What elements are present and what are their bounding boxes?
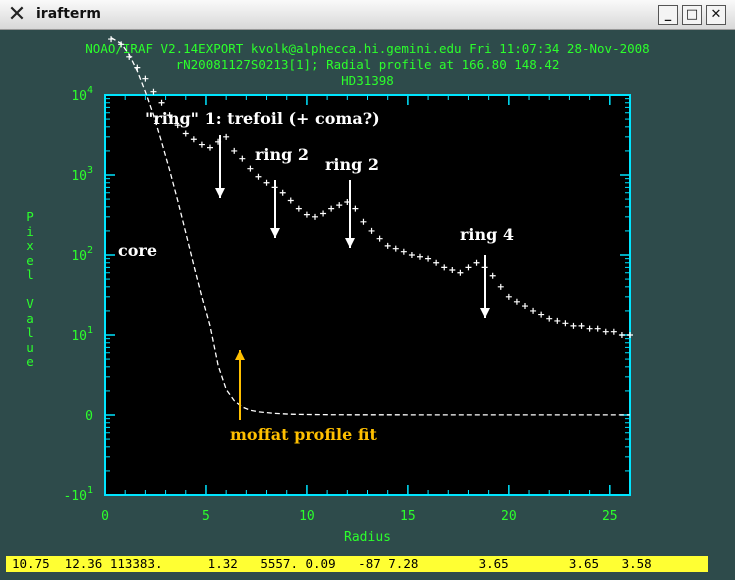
annotation-label: core — [118, 241, 157, 260]
x-tick-label: 15 — [400, 509, 416, 524]
y-tick-label: 0 — [85, 409, 93, 424]
annotation-label: moffat profile fit — [230, 425, 377, 444]
x-tick-label: 5 — [202, 509, 210, 524]
status-bar: 10.75 12.36 113383. 1.32 5557. 0.09 -87 … — [6, 556, 708, 572]
y-tick-label: 104 — [71, 85, 93, 104]
data-point — [108, 36, 115, 43]
annotation-label: ring 4 — [460, 225, 514, 244]
data-point — [134, 64, 141, 71]
data-point — [150, 88, 157, 95]
y-tick-label: 103 — [71, 165, 93, 184]
y-axis-label: P i x e l V a l u e — [26, 209, 34, 369]
annotation-label: "ring" 1: trefoil (+ coma?) — [145, 109, 380, 128]
annotation-label: ring 2 — [255, 145, 309, 164]
y-tick-label: 101 — [71, 325, 93, 344]
x-tick-label: 10 — [299, 509, 315, 524]
x-tick-label: 20 — [501, 509, 517, 524]
x-axis-label: Radius — [344, 530, 391, 545]
y-tick-label: 102 — [71, 245, 93, 264]
x-tick-label: 25 — [602, 509, 618, 524]
radial-profile-chart: 0 5 10 15 20 25 -101 0 101 102 103 104 Radius "ring" … — [63, 36, 633, 545]
y-tick-label: -101 — [63, 485, 93, 504]
x-tick-label: 0 — [101, 509, 109, 524]
data-point — [126, 53, 133, 60]
annotation-label: ring 2 — [325, 155, 379, 174]
data-point — [142, 75, 149, 82]
